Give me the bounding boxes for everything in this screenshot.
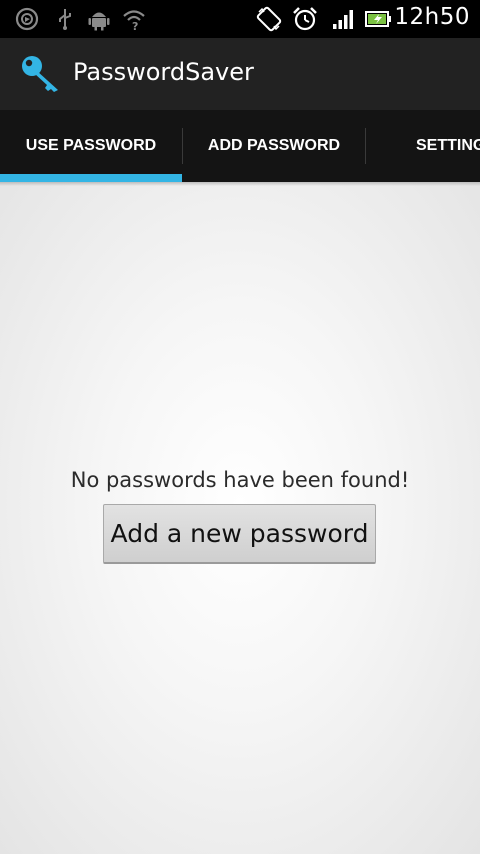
add-new-password-button[interactable]: Add a new password xyxy=(103,504,376,564)
usb-icon xyxy=(59,9,71,30)
tab-use-password[interactable]: USE PASSWORD xyxy=(0,110,182,182)
key-icon[interactable] xyxy=(20,54,64,94)
battery-icon xyxy=(365,11,391,27)
empty-state-message: No passwords have been found! xyxy=(70,468,410,492)
tab-bar: USE PASSWORD ADD PASSWORD SETTINGS xyxy=(0,110,480,182)
app-title: PasswordSaver xyxy=(73,58,254,86)
action-bar: PasswordSaver xyxy=(0,38,480,110)
tab-label: ADD PASSWORD xyxy=(207,137,341,154)
main-content: No passwords have been found! Add a new … xyxy=(0,182,480,854)
signal-icon xyxy=(333,10,353,29)
android-debug-icon xyxy=(88,12,110,31)
screen-rotation-icon xyxy=(256,6,282,32)
tab-label: SETTINGS xyxy=(416,137,480,154)
alarm-icon xyxy=(293,7,317,31)
status-time: 12h50 xyxy=(394,4,470,30)
svg-text:?: ? xyxy=(132,20,138,32)
selected-tab-indicator xyxy=(0,174,182,182)
tab-label: USE PASSWORD xyxy=(25,137,157,154)
tab-settings[interactable]: SETTINGS xyxy=(366,110,480,182)
tab-bar-shadow xyxy=(0,182,480,186)
sync-icon xyxy=(15,7,39,31)
status-bar: ? 12h50 xyxy=(0,0,480,38)
tab-add-password[interactable]: ADD PASSWORD xyxy=(183,110,365,182)
wifi-icon: ? xyxy=(123,10,145,32)
